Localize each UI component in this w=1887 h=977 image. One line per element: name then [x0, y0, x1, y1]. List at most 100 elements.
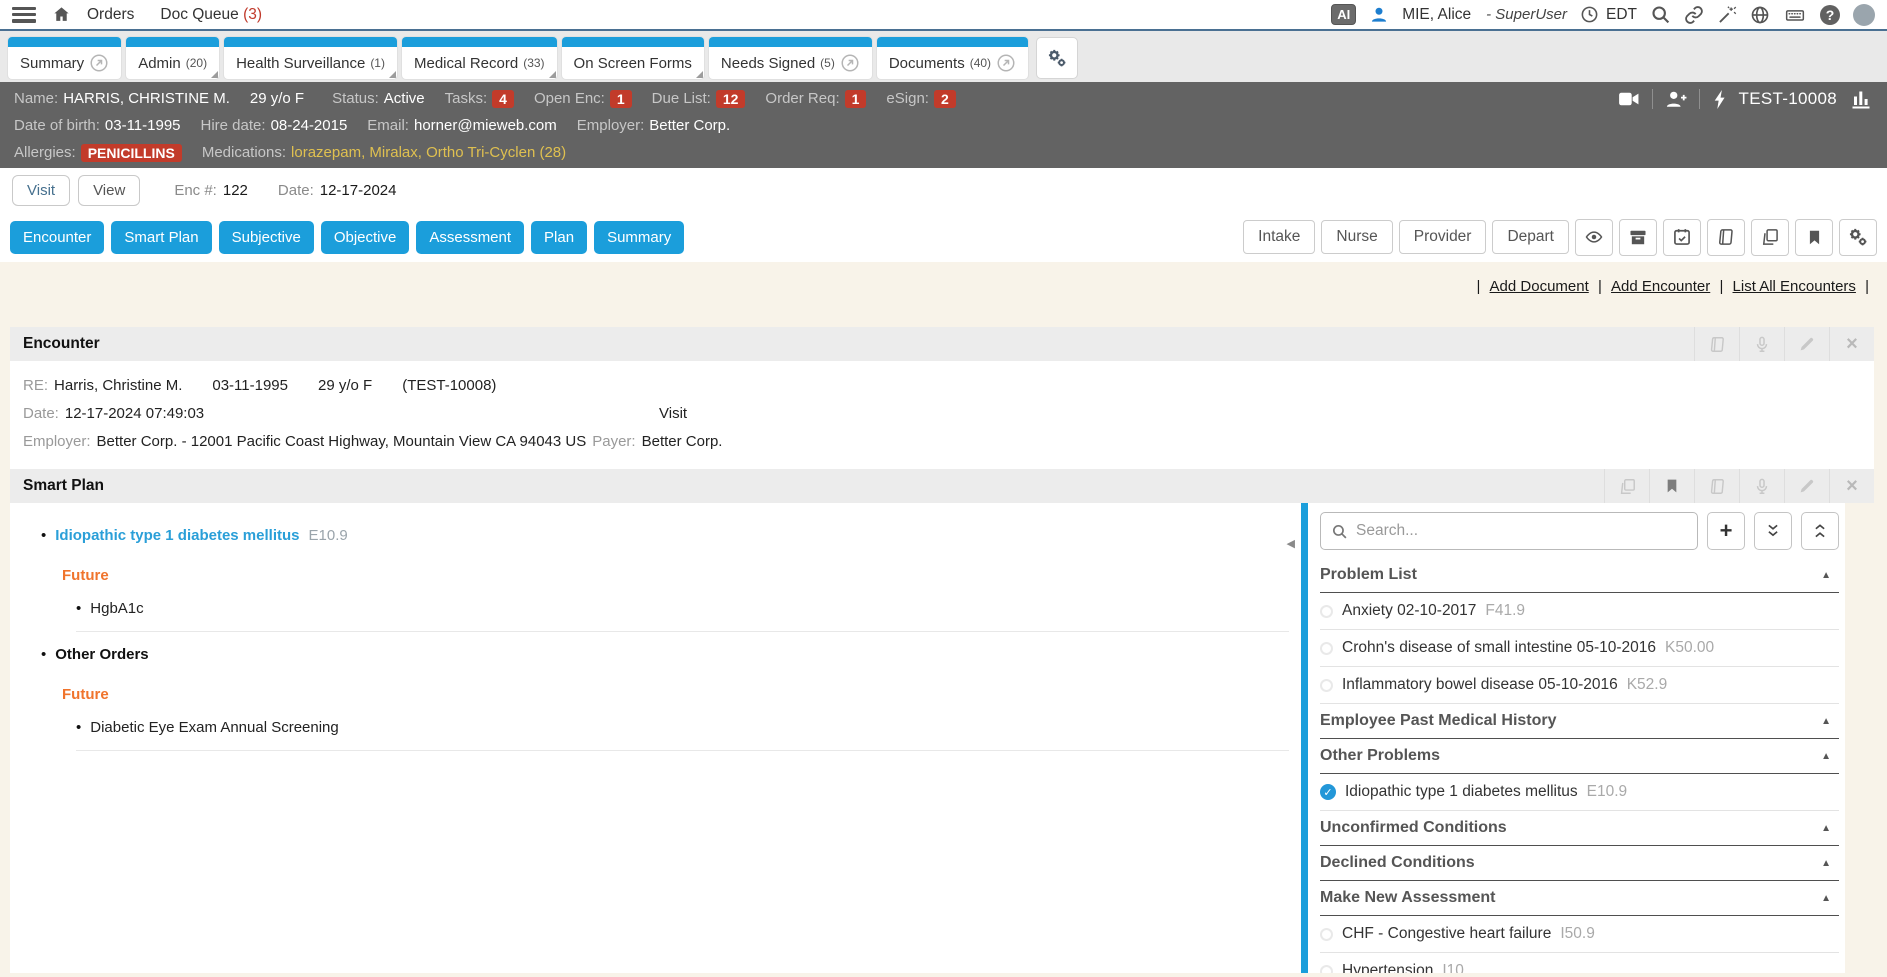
- radio-icon[interactable]: [1320, 605, 1333, 618]
- tab-admin[interactable]: Admin(20): [126, 37, 219, 79]
- add-document-link[interactable]: Add Document: [1490, 278, 1589, 295]
- search-input[interactable]: [1356, 522, 1687, 540]
- timezone-label[interactable]: EDT: [1606, 6, 1637, 24]
- visit-button[interactable]: Visit: [12, 175, 70, 206]
- search-icon[interactable]: [1650, 4, 1671, 25]
- check-circle-icon[interactable]: ✓: [1320, 784, 1336, 800]
- tab-summary[interactable]: Summary: [8, 37, 121, 79]
- tab-settings-button[interactable]: [1036, 37, 1078, 79]
- problem-item[interactable]: Anxiety 02-10-2017 F41.9: [1320, 593, 1839, 630]
- microphone-icon[interactable]: [1739, 469, 1784, 503]
- link-icon[interactable]: [1684, 5, 1704, 25]
- open-enc-count-badge[interactable]: 1: [610, 90, 632, 108]
- quick-action-bolt-icon[interactable]: [1712, 89, 1727, 110]
- tab-health-surveillance[interactable]: Health Surveillance(1): [224, 37, 397, 79]
- bookmark-icon[interactable]: [1649, 469, 1694, 503]
- home-icon[interactable]: [52, 5, 71, 24]
- calendar-check-button[interactable]: [1663, 219, 1701, 256]
- nav-objective-button[interactable]: Objective: [321, 221, 410, 254]
- copy-icon[interactable]: [1604, 469, 1649, 503]
- archive-button[interactable]: [1619, 219, 1657, 256]
- hamburger-menu-icon[interactable]: [12, 7, 36, 23]
- video-call-icon[interactable]: [1618, 90, 1640, 108]
- preview-eye-button[interactable]: [1575, 219, 1613, 256]
- avatar[interactable]: [1853, 4, 1875, 26]
- magic-wand-icon[interactable]: [1717, 5, 1737, 25]
- add-user-icon[interactable]: [1665, 89, 1687, 109]
- tab-on-screen-forms[interactable]: On Screen Forms: [562, 37, 704, 79]
- esign-count-badge[interactable]: 2: [934, 90, 956, 108]
- allergy-badge[interactable]: PENICILLINS: [81, 144, 182, 162]
- nav-encounter-button[interactable]: Encounter: [10, 221, 104, 254]
- nav-summary-button[interactable]: Summary: [594, 221, 684, 254]
- tab-medical-record[interactable]: Medical Record(33): [402, 37, 557, 79]
- settings-gears-button[interactable]: [1839, 219, 1877, 256]
- stage-intake-button[interactable]: Intake: [1243, 220, 1315, 254]
- edit-pencil-icon[interactable]: [1784, 327, 1829, 361]
- globe-icon[interactable]: [1750, 5, 1770, 25]
- list-all-encounters-link[interactable]: List All Encounters: [1733, 278, 1856, 295]
- tab-documents[interactable]: Documents(40): [877, 37, 1028, 79]
- section-other-problems[interactable]: Other Problems ▲: [1320, 739, 1839, 774]
- radio-icon[interactable]: [1320, 679, 1333, 692]
- edit-pencil-icon[interactable]: [1784, 469, 1829, 503]
- stage-nurse-button[interactable]: Nurse: [1321, 220, 1392, 254]
- nav-doc-queue[interactable]: Doc Queue (3): [160, 6, 262, 24]
- user-name[interactable]: MIE, Alice: [1402, 6, 1471, 24]
- problem-item[interactable]: Crohn's disease of small intestine 05-10…: [1320, 630, 1839, 667]
- radio-icon[interactable]: [1320, 642, 1333, 655]
- popout-icon[interactable]: [996, 53, 1016, 73]
- collapse-caret-icon[interactable]: ▲: [1821, 823, 1831, 834]
- collapse-caret-icon[interactable]: ▲: [1821, 858, 1831, 869]
- collapse-caret-icon[interactable]: ▲: [1821, 893, 1831, 904]
- expand-all-button[interactable]: [1754, 512, 1792, 550]
- close-icon[interactable]: ×: [1829, 469, 1874, 503]
- problem-item[interactable]: CHF - Congestive heart failure I50.9: [1320, 916, 1839, 953]
- collapse-caret-icon[interactable]: ▲: [1821, 751, 1831, 762]
- add-encounter-link[interactable]: Add Encounter: [1611, 278, 1710, 295]
- microphone-icon[interactable]: [1739, 327, 1784, 361]
- section-make-new-assessment[interactable]: Make New Assessment ▲: [1320, 881, 1839, 916]
- keyboard-icon[interactable]: [1783, 5, 1807, 25]
- nav-assessment-button[interactable]: Assessment: [416, 221, 524, 254]
- nav-smart-plan-button[interactable]: Smart Plan: [111, 221, 211, 254]
- help-icon[interactable]: ?: [1820, 5, 1840, 25]
- section-employee-past-medical-history[interactable]: Employee Past Medical History ▲: [1320, 704, 1839, 739]
- view-button[interactable]: View: [78, 175, 140, 206]
- popout-icon[interactable]: [840, 53, 860, 73]
- collapse-panel-icon[interactable]: ◀: [1287, 537, 1295, 550]
- journal-icon[interactable]: [1694, 327, 1739, 361]
- problem-item-selected[interactable]: ✓ Idiopathic type 1 diabetes mellitus E1…: [1320, 774, 1839, 811]
- collapse-all-button[interactable]: [1801, 512, 1839, 550]
- nav-subjective-button[interactable]: Subjective: [219, 221, 314, 254]
- problem-link[interactable]: Idiopathic type 1 diabetes mellitus: [55, 527, 299, 544]
- due-list-count-badge[interactable]: 12: [716, 90, 746, 108]
- tasks-count-badge[interactable]: 4: [492, 90, 514, 108]
- stage-provider-button[interactable]: Provider: [1399, 220, 1487, 254]
- nav-plan-button[interactable]: Plan: [531, 221, 587, 254]
- copy-button[interactable]: [1751, 219, 1789, 256]
- add-problem-button[interactable]: +: [1707, 512, 1745, 550]
- journal-button[interactable]: [1707, 219, 1745, 256]
- popout-icon[interactable]: [89, 53, 109, 73]
- close-icon[interactable]: ×: [1829, 327, 1874, 361]
- problem-item[interactable]: Inflammatory bowel disease 05-10-2016 K5…: [1320, 667, 1839, 704]
- order-req-count-badge[interactable]: 1: [845, 90, 867, 108]
- journal-icon[interactable]: [1694, 469, 1739, 503]
- problem-item[interactable]: Hypertension I10: [1320, 953, 1839, 973]
- stage-depart-button[interactable]: Depart: [1492, 220, 1569, 254]
- bookmark-button[interactable]: [1795, 219, 1833, 256]
- collapse-caret-icon[interactable]: ▲: [1821, 716, 1831, 727]
- section-declined-conditions[interactable]: Declined Conditions ▲: [1320, 846, 1839, 881]
- section-unconfirmed-conditions[interactable]: Unconfirmed Conditions ▲: [1320, 811, 1839, 846]
- tab-needs-signed[interactable]: Needs Signed(5): [709, 37, 872, 79]
- flowsheet-chart-icon[interactable]: [1849, 88, 1873, 110]
- ai-badge[interactable]: AI: [1331, 4, 1356, 25]
- section-problem-list[interactable]: Problem List ▲: [1320, 558, 1839, 593]
- radio-icon[interactable]: [1320, 965, 1333, 974]
- panel-divider-bar[interactable]: [1301, 503, 1308, 973]
- collapse-caret-icon[interactable]: ▲: [1821, 570, 1831, 581]
- radio-icon[interactable]: [1320, 928, 1333, 941]
- medications-list[interactable]: lorazepam, Miralax, Ortho Tri-Cyclen (28…: [291, 144, 566, 161]
- nav-orders[interactable]: Orders: [87, 6, 134, 24]
